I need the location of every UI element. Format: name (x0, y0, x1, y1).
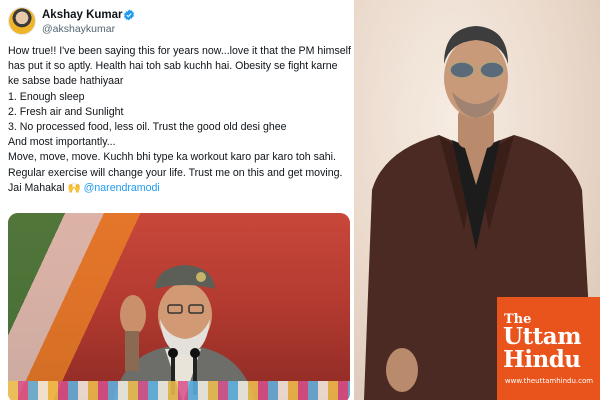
tweet-line: Regular exercise will change your life. … (8, 166, 343, 179)
logo-text-hindu: Hindu (503, 346, 581, 373)
logo-url: www.theuttamhindu.com (504, 377, 594, 385)
avatar[interactable] (8, 7, 36, 35)
tweet-line: ke sabse bade hathiyaar (8, 75, 124, 88)
tweet-line: Move, move, move. Kuchh bhi type ka work… (8, 151, 336, 164)
tweet-line: 2. Fresh air and Sunlight (8, 105, 124, 118)
tweet-line: How true!! I've been saying this for yea… (8, 45, 351, 57)
tweet-header: Akshay Kumar @akshaykumar (8, 7, 338, 39)
tweet-line: 3. No processed food, less oil. Trust th… (8, 121, 287, 134)
author-name[interactable]: Akshay Kumar (42, 9, 123, 21)
author-handle[interactable]: @akshaykumar (42, 23, 115, 35)
verified-badge-icon (124, 9, 134, 21)
tweet-text: How true!! I've been saying this for yea… (8, 44, 351, 196)
raised-hands-icon: 🙌 (67, 181, 81, 194)
tweet-line: 1. Enough sleep (8, 90, 85, 103)
tweet-card: Akshay Kumar @akshaykumar How true!! I'v… (0, 0, 352, 400)
tweet-line: And most importantly... (8, 136, 116, 149)
speaker-figure (113, 265, 255, 400)
the-uttam-hindu-logo: The Uttam Hindu www.theuttamhindu.com (497, 297, 600, 400)
flower-garland (8, 381, 350, 400)
tweet-line: has put it so aptly. Health hai toh sab … (8, 60, 338, 73)
tweet-photo[interactable] (8, 213, 350, 400)
closing-text: Jai Mahakal (8, 181, 65, 194)
mention-link[interactable]: @narendramodi (84, 182, 160, 194)
tweet-closing-line: Jai Mahakal 🙌 @narendramodi (8, 181, 348, 196)
